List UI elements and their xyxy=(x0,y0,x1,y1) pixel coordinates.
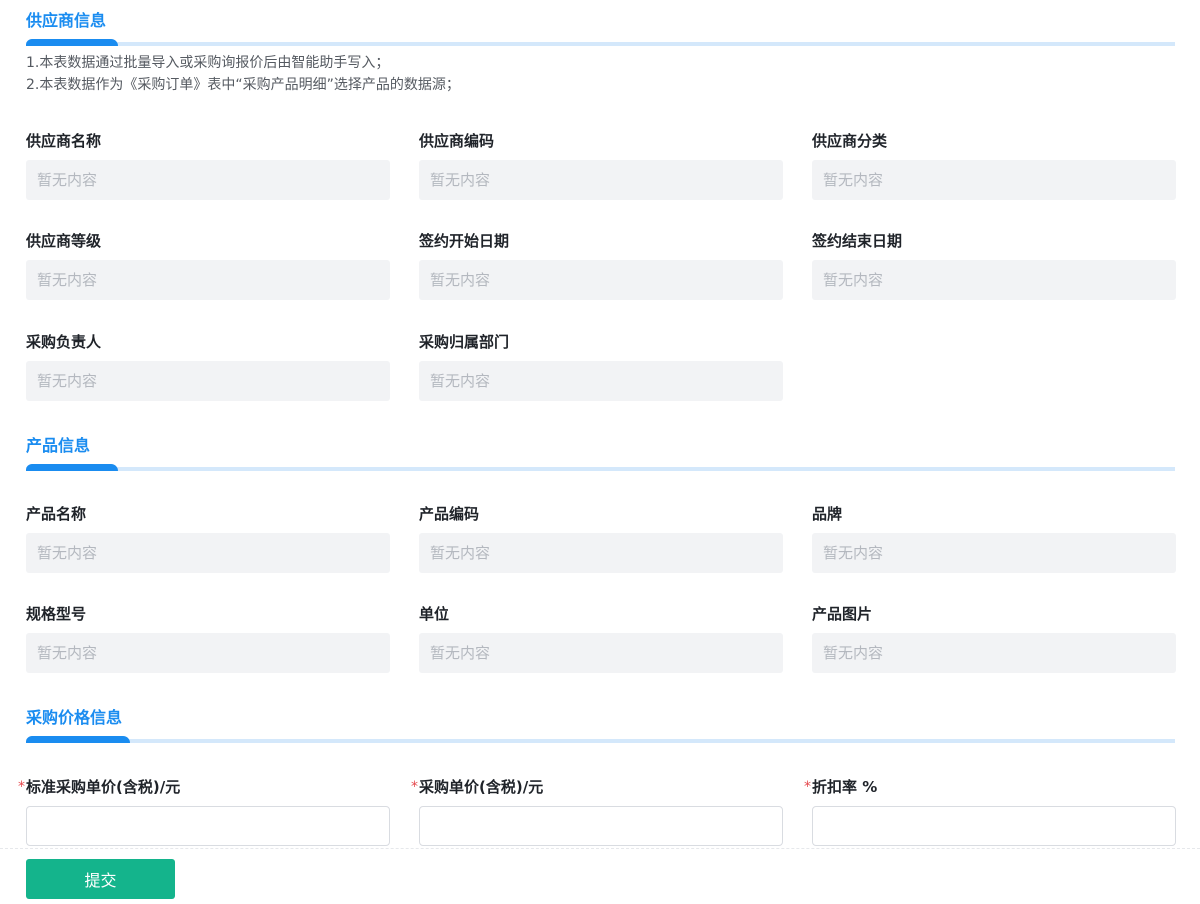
price-section-header: 采购价格信息 xyxy=(26,707,1175,743)
field-label: 产品编码 xyxy=(419,505,480,523)
field-supplier-name: 供应商名称 暂无内容 xyxy=(26,131,390,200)
field-supplier-level: 供应商等级 暂无内容 xyxy=(26,231,390,300)
field-value: 暂无内容 xyxy=(812,260,1176,300)
field-label: 采购归属部门 xyxy=(419,333,510,351)
field-unit: 单位 暂无内容 xyxy=(419,604,783,673)
product-section-header: 产品信息 xyxy=(26,435,1175,471)
section-divider-accent xyxy=(26,464,118,471)
required-mark: * xyxy=(411,779,418,795)
unit-price-input[interactable] xyxy=(419,806,783,846)
field-value: 暂无内容 xyxy=(26,361,390,401)
field-product-image: 产品图片 暂无内容 xyxy=(812,604,1176,673)
field-label: 规格型号 xyxy=(26,605,87,623)
field-label: 折扣率 % xyxy=(812,778,878,796)
field-value: 暂无内容 xyxy=(26,533,390,573)
field-label: 品牌 xyxy=(812,505,843,523)
field-purchase-department: 采购归属部门 暂无内容 xyxy=(419,332,783,401)
required-mark: * xyxy=(18,779,25,795)
field-label: 产品名称 xyxy=(26,505,87,523)
discount-rate-input[interactable] xyxy=(812,806,1176,846)
field-label: 供应商编码 xyxy=(419,132,495,150)
field-label: 单位 xyxy=(419,605,450,623)
field-standard-unit-price: * 标准采购单价(含税)/元 xyxy=(18,777,390,846)
field-label: 签约开始日期 xyxy=(419,232,510,250)
field-value: 暂无内容 xyxy=(26,260,390,300)
field-value: 暂无内容 xyxy=(419,260,783,300)
supplier-section-header: 供应商信息 xyxy=(26,10,1175,46)
section-divider xyxy=(26,42,1175,46)
field-contract-end-date: 签约结束日期 暂无内容 xyxy=(812,231,1176,300)
section-divider xyxy=(26,467,1175,471)
field-value: 暂无内容 xyxy=(419,633,783,673)
standard-unit-price-input[interactable] xyxy=(26,806,390,846)
field-product-name: 产品名称 暂无内容 xyxy=(26,504,390,573)
field-value: 暂无内容 xyxy=(419,533,783,573)
field-value: 暂无内容 xyxy=(419,361,783,401)
submit-button[interactable]: 提交 xyxy=(26,859,175,899)
field-label: 采购负责人 xyxy=(26,333,102,351)
section-divider-accent xyxy=(26,39,118,46)
field-brand: 品牌 暂无内容 xyxy=(812,504,1176,573)
field-value: 暂无内容 xyxy=(812,533,1176,573)
note-line: 2.本表数据作为《采购订单》表中“采购产品明细”选择产品的数据源； xyxy=(26,77,460,93)
field-supplier-code: 供应商编码 暂无内容 xyxy=(419,131,783,200)
field-label: 供应商名称 xyxy=(26,132,102,150)
field-label: 签约结束日期 xyxy=(812,232,903,250)
field-label: 供应商等级 xyxy=(26,232,102,250)
field-unit-price: * 采购单价(含税)/元 xyxy=(411,777,783,846)
footer-divider xyxy=(0,848,1200,849)
field-label: 供应商分类 xyxy=(812,132,888,150)
field-label: 标准采购单价(含税)/元 xyxy=(26,778,181,796)
field-value: 暂无内容 xyxy=(812,633,1176,673)
section-divider-accent xyxy=(26,736,130,743)
field-value: 暂无内容 xyxy=(812,160,1176,200)
field-value: 暂无内容 xyxy=(419,160,783,200)
form-page: 供应商信息 1.本表数据通过批量导入或采购询报价后由智能助手写入； 2.本表数据… xyxy=(0,0,1200,904)
field-label: 产品图片 xyxy=(812,605,873,623)
field-contract-start-date: 签约开始日期 暂无内容 xyxy=(419,231,783,300)
field-spec-model: 规格型号 暂无内容 xyxy=(26,604,390,673)
required-mark: * xyxy=(804,779,811,795)
field-label: 采购单价(含税)/元 xyxy=(419,778,544,796)
supplier-notes: 1.本表数据通过批量导入或采购询报价后由智能助手写入； 2.本表数据作为《采购订… xyxy=(26,52,460,96)
section-title-product: 产品信息 xyxy=(26,436,91,455)
section-divider xyxy=(26,739,1175,743)
field-supplier-category: 供应商分类 暂无内容 xyxy=(812,131,1176,200)
field-purchase-owner: 采购负责人 暂无内容 xyxy=(26,332,390,401)
field-product-code: 产品编码 暂无内容 xyxy=(419,504,783,573)
field-discount-rate: * 折扣率 % xyxy=(804,777,1176,846)
section-title-supplier: 供应商信息 xyxy=(26,11,107,30)
section-title-price: 采购价格信息 xyxy=(26,708,123,727)
note-line: 1.本表数据通过批量导入或采购询报价后由智能助手写入； xyxy=(26,55,390,71)
field-value: 暂无内容 xyxy=(26,633,390,673)
field-value: 暂无内容 xyxy=(26,160,390,200)
